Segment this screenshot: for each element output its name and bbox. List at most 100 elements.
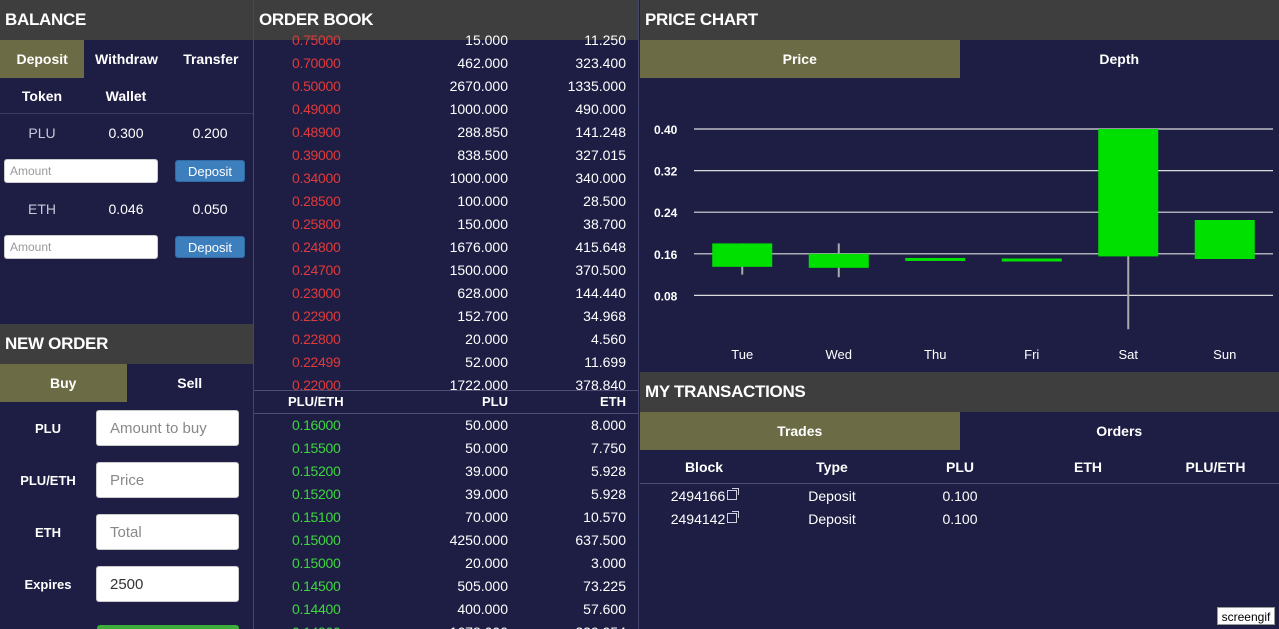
ask-order-row[interactable]: 0.22499 52.000 11.699 bbox=[254, 351, 638, 374]
new-order-tabs: Buy Sell bbox=[0, 364, 253, 402]
order-total: 370.500 bbox=[575, 262, 626, 278]
order-total: 327.015 bbox=[575, 147, 626, 163]
order-price: 0.25800 bbox=[292, 216, 341, 232]
total-input[interactable] bbox=[96, 514, 239, 550]
balance-panel: BALANCE Deposit Withdraw Transfer Token … bbox=[0, 0, 253, 323]
order-price: 0.15000 bbox=[292, 532, 341, 548]
candle-body bbox=[1194, 220, 1255, 259]
amount-to-buy-input[interactable] bbox=[96, 410, 239, 446]
transaction-row: 2494142 Deposit 0.100 bbox=[640, 508, 1279, 531]
bid-order-row[interactable]: 0.15000 20.000 3.000 bbox=[254, 552, 638, 575]
block-number[interactable]: 2494166 bbox=[671, 488, 726, 504]
ask-order-row[interactable]: 0.48900 288.850 141.248 bbox=[254, 121, 638, 144]
ask-order-row[interactable]: 0.25800 150.000 38.700 bbox=[254, 213, 638, 236]
order-total: 5.928 bbox=[590, 463, 626, 479]
balance-table-header: Token Wallet bbox=[0, 78, 253, 114]
tab-depth[interactable]: Depth bbox=[960, 40, 1279, 78]
bid-order-row[interactable]: 0.15200 39.000 5.928 bbox=[254, 460, 638, 483]
order-total: 7.750 bbox=[590, 440, 626, 456]
expires-input[interactable] bbox=[96, 566, 239, 602]
amount-label: PLU bbox=[35, 420, 61, 436]
block-cell[interactable]: 2494142 bbox=[640, 508, 768, 531]
col-type: Type bbox=[816, 459, 848, 475]
block-number[interactable]: 2494142 bbox=[671, 511, 726, 527]
plu-amount-input[interactable] bbox=[4, 159, 158, 183]
tab-deposit[interactable]: Deposit bbox=[0, 40, 85, 78]
ask-order-row[interactable]: 0.49000 1000.000 490.000 bbox=[254, 98, 638, 121]
divider bbox=[638, 0, 639, 629]
plu-deposit-button[interactable]: Deposit bbox=[175, 160, 245, 182]
tab-withdraw[interactable]: Withdraw bbox=[84, 40, 168, 78]
order-book-panel: ORDER BOOK 0.75000 15.000 11.250 0.70000 462… bbox=[254, 0, 638, 629]
bid-order-row[interactable]: 0.14400 400.000 57.600 bbox=[254, 598, 638, 621]
order-price: 0.22800 bbox=[292, 331, 341, 347]
bid-order-row[interactable]: 0.15100 70.000 10.570 bbox=[254, 506, 638, 529]
price-input[interactable] bbox=[96, 462, 239, 498]
eth-amount-input[interactable] bbox=[4, 235, 158, 259]
order-price: 0.15200 bbox=[292, 463, 341, 479]
ask-order-row[interactable]: 0.23000 628.000 144.440 bbox=[254, 282, 638, 305]
ask-order-row[interactable]: 0.22800 20.000 4.560 bbox=[254, 328, 638, 351]
balance-row-eth: ETH 0.046 0.050 bbox=[0, 190, 253, 228]
col-wallet: Wallet bbox=[105, 88, 147, 104]
bids-list: 0.16000 50.000 8.000 0.15500 50.000 7.750 0.15… bbox=[254, 414, 638, 629]
tab-price[interactable]: Price bbox=[640, 40, 960, 78]
order-total: 34.968 bbox=[583, 308, 626, 324]
ask-order-row[interactable]: 0.75000 15.000 11.250 bbox=[254, 29, 638, 52]
order-total: 4.560 bbox=[590, 331, 626, 347]
ask-order-row[interactable]: 0.24800 1676.000 415.648 bbox=[254, 236, 638, 259]
order-price: 0.23000 bbox=[292, 285, 341, 301]
external-link-icon[interactable] bbox=[727, 511, 740, 523]
bid-order-row[interactable]: 0.15500 50.000 7.750 bbox=[254, 437, 638, 460]
expires-label: Expires bbox=[24, 576, 72, 592]
price-chart-panel: PRICE CHART Price Depth 0.40 0.32 0.24 0.16… bbox=[640, 0, 1279, 371]
plu-cell: 0.100 bbox=[942, 488, 978, 504]
exchange-balance: 0.200 bbox=[192, 125, 228, 141]
order-price: 0.15500 bbox=[292, 440, 341, 456]
ask-order-row[interactable]: 0.50000 2670.000 1335.000 bbox=[254, 75, 638, 98]
order-total: 1335.000 bbox=[567, 78, 626, 94]
tab-sell[interactable]: Sell bbox=[127, 364, 254, 402]
ask-order-row[interactable]: 0.24700 1500.000 370.500 bbox=[254, 259, 638, 282]
tab-buy[interactable]: Buy bbox=[0, 364, 127, 402]
bid-order-row[interactable]: 0.15000 4250.000 637.500 bbox=[254, 529, 638, 552]
asks-list: 0.75000 15.000 11.250 0.70000 462.000 323.400… bbox=[254, 29, 638, 397]
ask-order-row[interactable]: 0.34000 1000.000 340.000 bbox=[254, 167, 638, 190]
eth-deposit-button[interactable]: Deposit bbox=[175, 236, 245, 258]
order-row-expires: Expires bbox=[0, 558, 253, 610]
order-price: 0.16000 bbox=[292, 417, 341, 433]
col-plu: PLU bbox=[482, 394, 508, 409]
order-amount: 2670.000 bbox=[449, 78, 508, 94]
tab-transfer[interactable]: Transfer bbox=[169, 40, 253, 78]
block-cell[interactable]: 2494166 bbox=[640, 485, 768, 508]
order-total: 144.440 bbox=[575, 285, 626, 301]
price-chart-tabs: Price Depth bbox=[640, 40, 1279, 78]
order-price: 0.15100 bbox=[292, 509, 341, 525]
bid-order-row[interactable]: 0.16000 50.000 8.000 bbox=[254, 414, 638, 437]
order-amount: 628.000 bbox=[457, 285, 508, 301]
order-total: 57.600 bbox=[583, 601, 626, 617]
submit-order-button[interactable] bbox=[97, 625, 239, 629]
ask-order-row[interactable]: 0.39000 838.500 327.015 bbox=[254, 144, 638, 167]
order-amount: 15.000 bbox=[465, 32, 508, 48]
bid-order-row[interactable]: 0.14500 505.000 73.225 bbox=[254, 575, 638, 598]
external-link-icon[interactable] bbox=[727, 488, 740, 500]
bid-order-row[interactable]: 0.143001678.000239.954 bbox=[254, 621, 638, 629]
col-price: PLU/ETH bbox=[288, 394, 344, 409]
ask-order-row[interactable]: 0.28500 100.000 28.500 bbox=[254, 190, 638, 213]
tab-orders[interactable]: Orders bbox=[960, 412, 1279, 450]
candle-body bbox=[905, 257, 966, 261]
order-price: 0.15000 bbox=[292, 555, 341, 571]
ask-order-row[interactable]: 0.70000 462.000 323.400 bbox=[254, 52, 638, 75]
tab-trades[interactable]: Trades bbox=[640, 412, 960, 450]
order-total: 5.928 bbox=[590, 486, 626, 502]
eth-cell bbox=[1024, 508, 1152, 531]
type-cell: Deposit bbox=[808, 511, 856, 527]
order-total: 415.648 bbox=[575, 239, 626, 255]
price-label: PLU/ETH bbox=[20, 472, 76, 488]
order-amount: 70.000 bbox=[465, 509, 508, 525]
bid-order-row[interactable]: 0.15200 39.000 5.928 bbox=[254, 483, 638, 506]
ask-order-row[interactable]: 0.22900 152.700 34.968 bbox=[254, 305, 638, 328]
order-total: 73.225 bbox=[583, 578, 626, 594]
order-price: 0.70000 bbox=[292, 55, 341, 71]
